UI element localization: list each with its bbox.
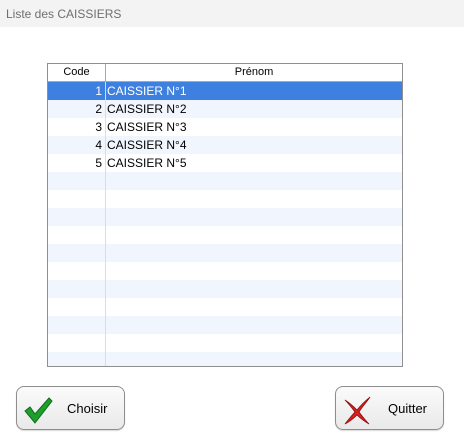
column-header-code[interactable]: Code bbox=[48, 64, 106, 81]
cell-prenom: CAISSIER N°4 bbox=[107, 138, 187, 152]
cell-prenom: CAISSIER N°3 bbox=[107, 120, 187, 134]
quitter-label: Quitter bbox=[388, 401, 428, 416]
cell-prenom: CAISSIER N°1 bbox=[107, 84, 187, 98]
cell-prenom: CAISSIER N°5 bbox=[107, 156, 187, 170]
quitter-button[interactable]: Quitter bbox=[335, 386, 444, 430]
table-row[interactable] bbox=[48, 172, 402, 190]
cell-code: 1 bbox=[95, 84, 102, 98]
red-x-icon bbox=[344, 396, 371, 425]
table-row[interactable]: 4 CAISSIER N°4 bbox=[48, 136, 402, 154]
table-row[interactable] bbox=[48, 190, 402, 208]
table-row[interactable] bbox=[48, 262, 402, 280]
table-row[interactable]: 2 CAISSIER N°2 bbox=[48, 100, 402, 118]
cell-code: 3 bbox=[95, 120, 102, 134]
table-row[interactable] bbox=[48, 244, 402, 262]
choisir-button[interactable]: Choisir bbox=[16, 386, 125, 430]
table-row[interactable] bbox=[48, 334, 402, 352]
green-checkmark-icon bbox=[24, 397, 53, 424]
window-title: Liste des CAISSIERS bbox=[6, 7, 122, 21]
grid-rows: 1 CAISSIER N°1 2 CAISSIER N°2 3 CAISSIER N°3 4… bbox=[48, 82, 402, 366]
table-row[interactable] bbox=[48, 298, 402, 316]
cashier-list-window: Liste des CAISSIERS Code Prénom 1 CAISSIE… bbox=[0, 0, 464, 435]
table-row[interactable]: 3 CAISSIER N°3 bbox=[48, 118, 402, 136]
cell-code: 5 bbox=[95, 156, 102, 170]
table-row[interactable] bbox=[48, 208, 402, 226]
column-divider bbox=[105, 82, 106, 366]
table-row[interactable] bbox=[48, 352, 402, 366]
cell-code: 4 bbox=[95, 138, 102, 152]
table-row[interactable] bbox=[48, 280, 402, 298]
title-bar: Liste des CAISSIERS bbox=[0, 0, 464, 27]
cell-code: 2 bbox=[95, 102, 102, 116]
table-row[interactable] bbox=[48, 316, 402, 334]
grid-header: Code Prénom bbox=[48, 64, 402, 82]
choisir-label: Choisir bbox=[67, 401, 108, 416]
table-row[interactable] bbox=[48, 226, 402, 244]
table-row[interactable]: 1 CAISSIER N°1 bbox=[48, 82, 402, 100]
cell-prenom: CAISSIER N°2 bbox=[107, 102, 187, 116]
table-row[interactable]: 5 CAISSIER N°5 bbox=[48, 154, 402, 172]
cashier-grid[interactable]: Code Prénom 1 CAISSIER N°1 2 CAISSIER N°2 3 C… bbox=[47, 63, 403, 367]
column-header-prenom[interactable]: Prénom bbox=[106, 64, 402, 81]
